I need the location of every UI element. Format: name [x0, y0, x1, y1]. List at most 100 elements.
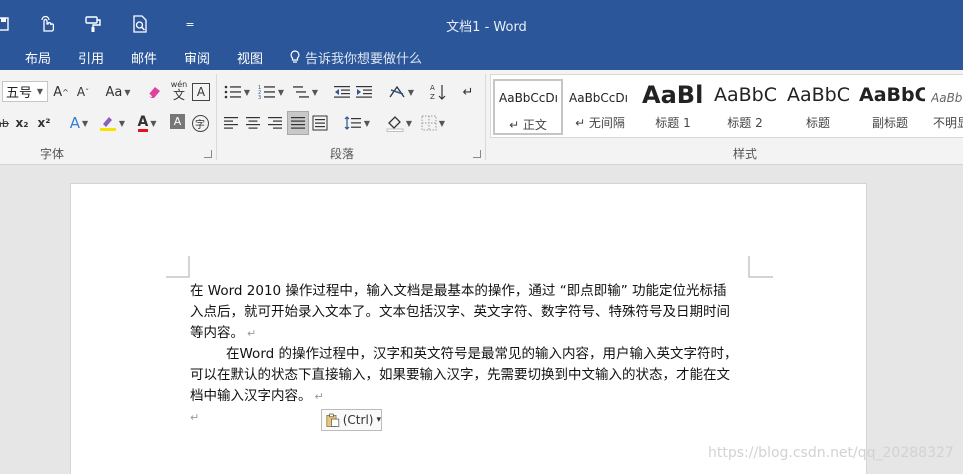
align-right-button[interactable]: [266, 112, 284, 134]
line-spacing-button[interactable]: ▼: [342, 112, 372, 134]
paragraph-mark: ↵: [190, 411, 200, 424]
chevron-down-icon: ▾: [376, 415, 381, 425]
style-sample: AaBbC: [931, 91, 963, 105]
style-name: 副标题: [871, 116, 908, 130]
increase-indent-icon: [356, 86, 372, 98]
strikethrough-button[interactable]: ab: [0, 112, 10, 134]
grow-font-button[interactable]: A ^: [52, 81, 70, 103]
style-heading-1[interactable]: AaBl 标题 1: [638, 79, 708, 135]
paste-options-label: (Ctrl): [342, 413, 374, 427]
character-border-glyph: A: [196, 85, 206, 99]
style-no-spacing[interactable]: AaBbCcDı ↵ 无间隔: [565, 79, 635, 135]
svg-text:A: A: [430, 84, 435, 92]
character-shading-glyph: A: [173, 115, 182, 128]
align-center-button[interactable]: [244, 112, 262, 134]
paragraph-dialog-launcher-icon[interactable]: [473, 150, 481, 158]
paragraph-mark: ↵: [314, 390, 324, 403]
tell-me-box[interactable]: 告诉我你想要做什么: [290, 47, 422, 67]
tab-view[interactable]: 视图: [237, 47, 263, 67]
distributed-icon: [312, 115, 328, 131]
font-color-glyph: A: [137, 113, 149, 132]
tab-layout[interactable]: 布局: [25, 47, 51, 67]
document-title: 文档1 - Word: [446, 20, 527, 35]
paragraph-1: 在 Word 2010 操作过程中，输入文档是最基本的操作，通过 “即点即输” …: [190, 281, 750, 344]
font-dialog-launcher-icon[interactable]: [204, 150, 212, 158]
style-sample: AaBbCcDı: [499, 91, 558, 105]
style-sample: AaBbCcDı: [569, 91, 628, 105]
svg-text:Z: Z: [430, 93, 435, 101]
text-line: 可以在默认的状态下直接输入，如果要输入汉字，先需要切换到中文输入的状态，才能在文: [190, 367, 730, 383]
style-sample: AaBbC: [859, 84, 925, 106]
tell-me-text: 告诉我你想要做什么: [305, 51, 423, 67]
align-center-icon: [246, 117, 260, 129]
bullets-button[interactable]: ▼: [222, 81, 252, 103]
justify-button[interactable]: [287, 111, 309, 135]
style-title[interactable]: AaBbC 标题: [783, 79, 853, 135]
font-size-value: 五号: [6, 86, 33, 101]
align-right-icon: [268, 117, 282, 129]
chinese-layout-button[interactable]: ▼: [386, 81, 416, 103]
decrease-indent-icon: [334, 86, 350, 98]
character-border-button[interactable]: A: [192, 83, 210, 101]
tab-references[interactable]: 引用: [78, 47, 104, 67]
increase-indent-button[interactable]: [354, 81, 374, 103]
subscript-glyph: x₂: [15, 116, 29, 130]
chevron-down-icon: ▼: [36, 87, 43, 96]
text-line: 入点后，就可开始录入文本了。文本包括汉字、英文字符、数字符号、特殊符号及日期时间: [190, 304, 730, 320]
paragraph-2: 在Word 的操作过程中，汉字和英文符号是最常见的输入内容，用户输入英文字符时，…: [190, 344, 750, 407]
phonetic-char: 文: [172, 88, 185, 102]
enclose-characters-button[interactable]: 字: [190, 112, 210, 134]
style-normal[interactable]: AaBbCcDı ↵ 正文: [493, 79, 563, 135]
enclose-characters-glyph: 字: [191, 114, 209, 132]
crop-mark-right: [748, 256, 773, 278]
borders-button[interactable]: ▼: [418, 112, 448, 134]
bullet-list-icon: [224, 85, 241, 99]
style-subtitle[interactable]: AaBbC 副标题: [855, 79, 925, 135]
lightbulb-icon: [290, 50, 300, 63]
paragraph-mark-icon: ↵: [462, 84, 474, 100]
show-marks-button[interactable]: ↵: [458, 81, 478, 103]
multilevel-list-button[interactable]: ▼: [290, 81, 320, 103]
style-name: 标题 1: [655, 116, 691, 130]
character-shading-button[interactable]: A: [170, 114, 185, 129]
borders-icon: [421, 115, 437, 131]
superscript-button[interactable]: x²: [34, 112, 54, 134]
shading-button[interactable]: ▼: [384, 112, 414, 134]
styles-group-label: 样式: [733, 147, 758, 161]
align-left-button[interactable]: [222, 112, 240, 134]
tab-mailings[interactable]: 邮件: [131, 47, 157, 67]
font-group-label: 字体: [40, 147, 65, 161]
style-heading-2[interactable]: AaBbC 标题 2: [710, 79, 780, 135]
highlighter-icon: [99, 117, 116, 131]
subscript-button[interactable]: x₂: [12, 112, 32, 134]
text-effects-glyph: A: [69, 114, 81, 132]
text-effects-button[interactable]: A ▼: [64, 112, 94, 134]
font-color-button[interactable]: A ▼: [132, 112, 162, 134]
sort-button[interactable]: AZ: [428, 81, 448, 103]
numbering-button[interactable]: 1 2 3 ▼: [256, 81, 286, 103]
shrink-font-glyph: A: [76, 85, 86, 99]
strikethrough-glyph: ab: [0, 116, 9, 130]
tab-review[interactable]: 审阅: [184, 47, 210, 67]
text-line: 在 Word 2010 操作过程中，输入文档是最基本的操作，通过 “即点即输” …: [190, 283, 727, 299]
svg-text:3: 3: [258, 95, 261, 100]
change-case-button[interactable]: Aa ▼: [103, 81, 133, 103]
decrease-indent-button[interactable]: [332, 81, 352, 103]
style-name: 标题 2: [727, 116, 763, 130]
font-size-select[interactable]: 五号 ▼: [2, 81, 48, 102]
style-name: 不明显: [933, 116, 963, 130]
style-subtle-emphasis[interactable]: AaBbC 不明显: [927, 79, 963, 135]
paste-options-button[interactable]: (Ctrl) ▾: [321, 409, 382, 431]
phonetic-guide-button[interactable]: wén 文: [169, 79, 189, 101]
distributed-button[interactable]: [311, 112, 329, 134]
text-line: 等内容。: [190, 325, 244, 341]
style-name: ↵ 无间隔: [575, 116, 625, 130]
change-case-glyph: Aa: [105, 84, 123, 100]
shrink-font-button[interactable]: Aˇ: [74, 81, 92, 103]
ribbon: 五号 ▼ A^ Aˇ Aa▼ wén 文 A ab x₂ x² A▼ ▼ A▼ …: [0, 70, 963, 165]
watermark: https://blog.csdn.net/qq_20288327: [708, 445, 954, 461]
highlight-color-button[interactable]: ▼: [97, 112, 127, 134]
clear-formatting-button[interactable]: [146, 81, 164, 103]
document-body[interactable]: 在 Word 2010 操作过程中，输入文档是最基本的操作，通过 “即点即输” …: [190, 281, 750, 428]
clipboard-icon: [326, 413, 340, 427]
